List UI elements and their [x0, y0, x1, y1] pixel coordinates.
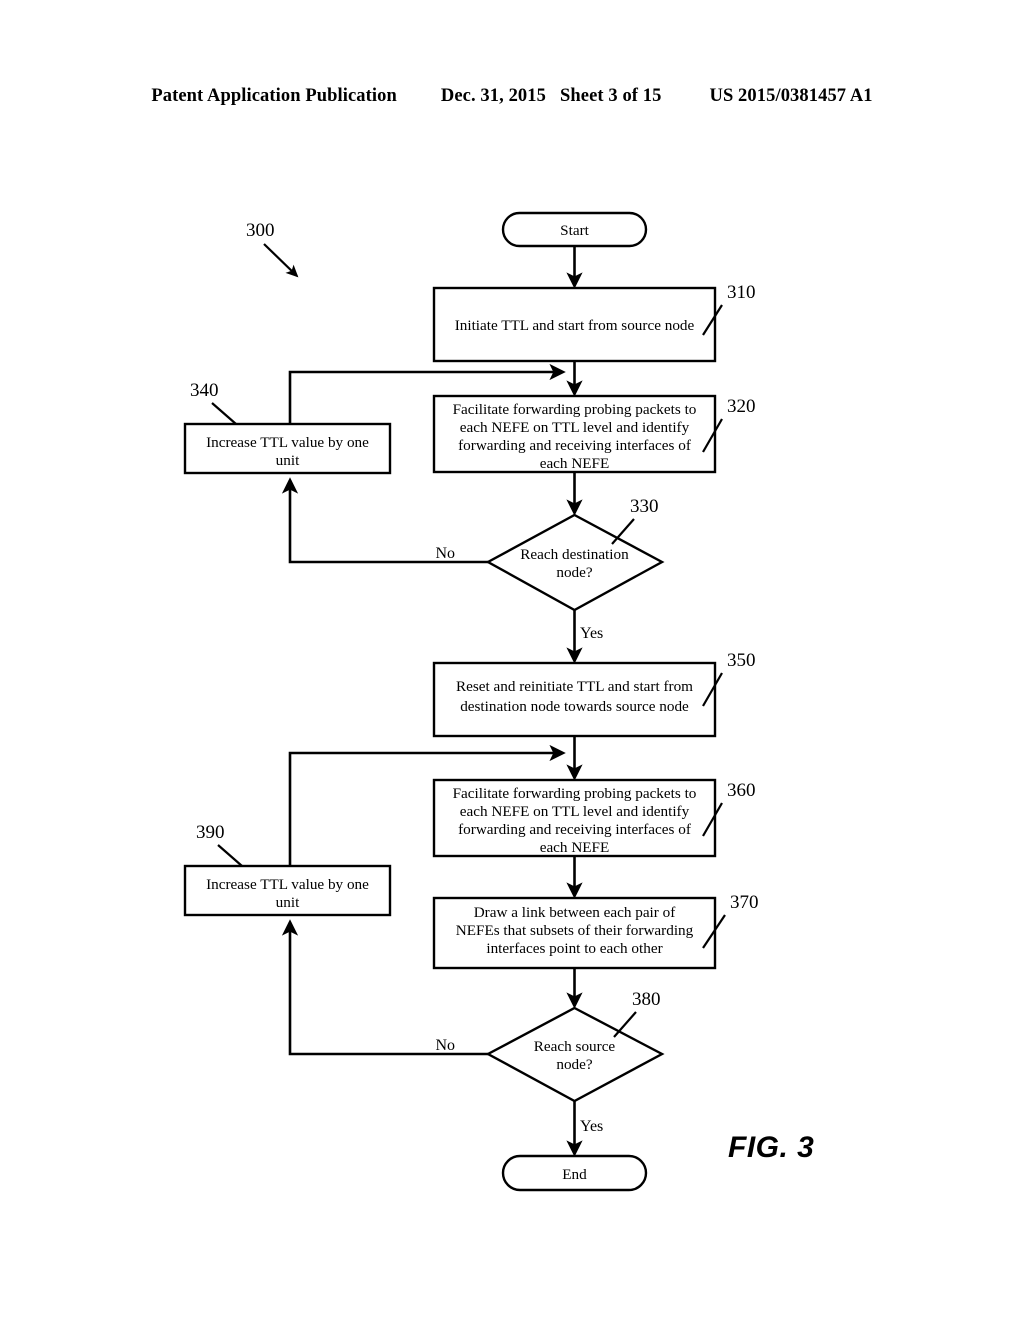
patent-drawing-page: Patent Application Publication Dec. 31, … — [0, 0, 1024, 1320]
process-box-350-line-1: Reset and reinitiate TTL and start from — [456, 678, 693, 695]
process-box-370-line-3: interfaces point to each other — [486, 940, 662, 957]
process-box-360-line-2: each NEFE on TTL level and identify — [460, 803, 690, 820]
decision-330-line-2: node? — [556, 564, 593, 581]
decision-330-yes-label: Yes — [580, 625, 603, 642]
ref-number-320: 320 — [727, 396, 756, 417]
ref-340-leader-line — [211, 402, 237, 425]
process-box-310-line-1: Initiate TTL and start from source node — [455, 317, 695, 334]
process-box-340-line-2: unit — [276, 452, 300, 469]
decision-380-yes-label: Yes — [580, 1118, 603, 1135]
ref-390-leader-line — [217, 844, 243, 867]
ref-number-350: 350 — [727, 650, 756, 671]
ref-number-380: 380 — [632, 989, 661, 1010]
process-box-370-line-2: NEFEs that subsets of their forwarding — [456, 922, 694, 939]
decision-330-no-label: No — [435, 545, 455, 562]
flowchart-diagram: 300 Start Initiate TTL and start from so… — [183, 211, 759, 1192]
ref-number-300: 300 — [246, 220, 275, 241]
ref-number-310: 310 — [727, 282, 756, 303]
decision-380-line-2: node? — [556, 1056, 593, 1073]
process-box-320-line-4: each NEFE — [540, 455, 610, 472]
process-box-370-line-1: Draw a link between each pair of — [474, 904, 677, 921]
process-box-320-line-2: each NEFE on TTL level and identify — [460, 419, 690, 436]
process-box-360-line-4: each NEFE — [540, 839, 610, 856]
process-box-350-line-2: destination node towards source node — [460, 698, 689, 715]
ref-number-390: 390 — [196, 822, 225, 843]
ref-number-340: 340 — [190, 380, 219, 401]
decision-380-no-label: No — [435, 1037, 455, 1054]
end-terminator-label: End — [562, 1166, 587, 1183]
process-box-360-line-3: forwarding and receiving interfaces of — [458, 821, 692, 838]
ref-300-pointer-arrow — [263, 243, 299, 278]
start-terminator-label: Start — [560, 222, 589, 239]
ref-number-330: 330 — [630, 496, 659, 517]
ref-number-370: 370 — [730, 892, 759, 913]
process-box-390-line-1: Increase TTL value by one — [206, 876, 369, 893]
process-box-320-line-3: forwarding and receiving interfaces of — [458, 437, 692, 454]
decision-330-line-1: Reach destination — [520, 546, 629, 563]
process-box-360-line-1: Facilitate forwarding probing packets to — [453, 785, 697, 802]
ref-number-360: 360 — [727, 780, 756, 801]
process-box-320-line-1: Facilitate forwarding probing packets to — [453, 401, 697, 418]
process-box-340-line-1: Increase TTL value by one — [206, 434, 369, 451]
connector-330-no-to-340 — [281, 477, 488, 564]
decision-380-line-1: Reach source — [534, 1038, 616, 1055]
process-box-390-line-2: unit — [276, 894, 300, 911]
